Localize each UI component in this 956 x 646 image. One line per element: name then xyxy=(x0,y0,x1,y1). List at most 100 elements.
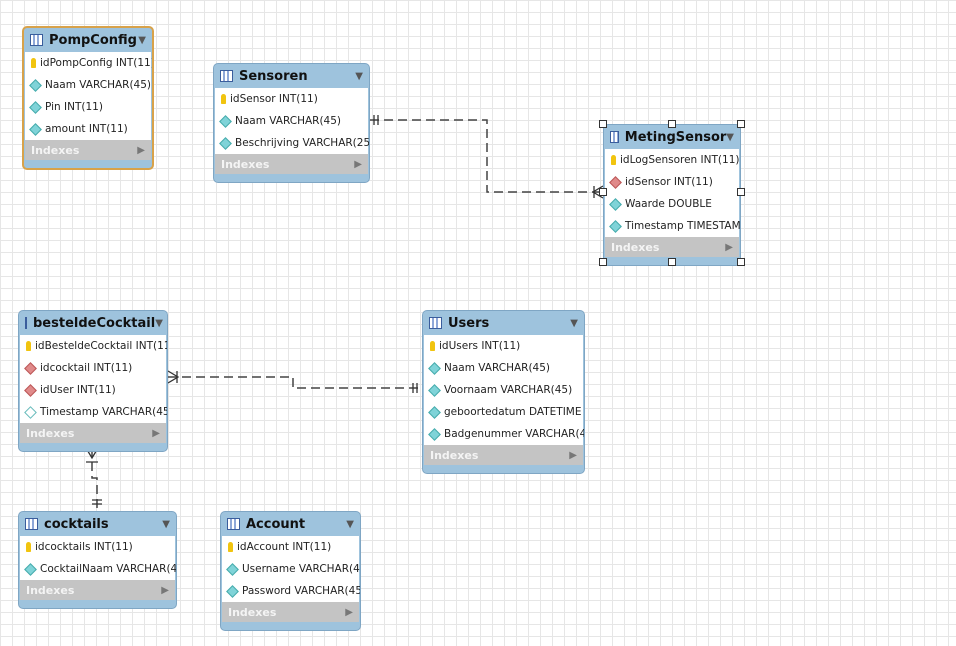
column-text: Badgenummer VARCHAR(45) xyxy=(444,428,585,440)
resize-handle[interactable] xyxy=(599,120,607,128)
indexes-section[interactable]: Indexes ▶ xyxy=(222,602,359,622)
column-text: idcocktail INT(11) xyxy=(40,362,133,374)
column-row[interactable]: Timestamp TIMESTAMP xyxy=(605,215,740,237)
indexes-section[interactable]: Indexes ▶ xyxy=(424,445,583,465)
column-text: idPompConfig INT(11) xyxy=(40,57,154,69)
resize-handle[interactable] xyxy=(668,120,676,128)
expand-triangle-icon[interactable]: ▶ xyxy=(345,607,353,618)
column-row[interactable]: Beschrijving VARCHAR(255) xyxy=(215,132,370,154)
table-users[interactable]: Users ▼ idUsers INT(11) Naam VARCHAR(45) Voo… xyxy=(422,310,585,474)
column-text: CocktailNaam VARCHAR(45) xyxy=(40,563,177,575)
collapse-triangle-icon[interactable]: ▼ xyxy=(346,519,354,530)
column-row[interactable]: idSensor INT(11) xyxy=(215,88,368,110)
column-row[interactable]: Voornaam VARCHAR(45) xyxy=(424,379,583,401)
indexes-section[interactable]: Indexes ▶ xyxy=(25,140,151,160)
column-row[interactable]: Password VARCHAR(45) xyxy=(222,580,361,602)
table-header[interactable]: Account ▼ xyxy=(221,512,360,536)
column-row[interactable]: idBesteldeCocktail INT(11) xyxy=(20,335,168,357)
indexes-section[interactable]: Indexes ▶ xyxy=(605,237,739,257)
resize-handle[interactable] xyxy=(737,188,745,196)
expand-triangle-icon[interactable]: ▶ xyxy=(354,159,362,170)
indexes-section[interactable]: Indexes ▶ xyxy=(20,580,175,600)
column-icon xyxy=(428,427,441,441)
table-header[interactable]: MetingSensor ▼ xyxy=(604,125,740,149)
column-row[interactable]: idcocktails INT(11) xyxy=(20,536,175,558)
column-row[interactable]: idUsers INT(11) xyxy=(424,335,583,357)
column-icon xyxy=(29,100,42,114)
column-row[interactable]: Naam VARCHAR(45) xyxy=(424,357,583,379)
indexes-label: Indexes xyxy=(430,448,479,462)
expand-triangle-icon[interactable]: ▶ xyxy=(725,242,733,253)
table-header[interactable]: PompConfig ▼ xyxy=(24,28,152,52)
expand-triangle-icon[interactable]: ▶ xyxy=(161,585,169,596)
column-icon xyxy=(29,78,42,92)
table-icon xyxy=(429,317,442,329)
collapse-triangle-icon[interactable]: ▼ xyxy=(355,71,363,82)
column-row[interactable]: Username VARCHAR(45) xyxy=(222,558,360,580)
column-row[interactable]: Pin INT(11) xyxy=(25,96,151,118)
expand-triangle-icon[interactable]: ▶ xyxy=(152,428,160,439)
column-row[interactable]: Badgenummer VARCHAR(45) xyxy=(424,423,585,445)
column-row[interactable]: Waarde DOUBLE xyxy=(605,193,739,215)
table-header[interactable]: besteldeCocktail ▼ xyxy=(19,311,167,335)
resize-handle[interactable] xyxy=(668,258,676,266)
column-icon xyxy=(226,562,239,576)
foreign-key-icon xyxy=(609,175,622,189)
collapse-triangle-icon[interactable]: ▼ xyxy=(155,318,163,329)
table-cocktails[interactable]: cocktails ▼ idcocktails INT(11) CocktailNaa… xyxy=(18,511,177,609)
indexes-section[interactable]: Indexes ▶ xyxy=(20,423,166,443)
column-icon xyxy=(219,136,232,150)
indexes-label: Indexes xyxy=(26,426,75,440)
table-name: Account xyxy=(246,516,306,532)
resize-handle[interactable] xyxy=(737,120,745,128)
column-text: Timestamp VARCHAR(45) xyxy=(40,406,168,418)
column-text: idSensor INT(11) xyxy=(625,176,713,188)
column-row[interactable]: Timestamp VARCHAR(45) xyxy=(20,401,168,423)
column-row[interactable]: idcocktail INT(11) xyxy=(20,357,166,379)
table-header[interactable]: Sensoren ▼ xyxy=(214,64,369,88)
table-header[interactable]: Users ▼ xyxy=(423,311,584,335)
table-pompconfig[interactable]: PompConfig ▼ idPompConfig INT(11) Naam VARC… xyxy=(22,26,154,170)
table-name: MetingSensor xyxy=(624,129,727,145)
column-row[interactable]: CocktailNaam VARCHAR(45) xyxy=(20,558,177,580)
column-icon xyxy=(609,197,622,211)
indexes-section[interactable]: Indexes ▶ xyxy=(215,154,368,174)
column-text: idAccount INT(11) xyxy=(237,541,332,553)
column-row[interactable]: amount INT(11) xyxy=(25,118,151,140)
column-text: idSensor INT(11) xyxy=(230,93,318,105)
column-row[interactable]: idUser INT(11) xyxy=(20,379,166,401)
collapse-triangle-icon[interactable]: ▼ xyxy=(570,318,578,329)
collapse-triangle-icon[interactable]: ▼ xyxy=(162,519,170,530)
column-text: Voornaam VARCHAR(45) xyxy=(444,384,573,396)
collapse-triangle-icon[interactable]: ▼ xyxy=(138,35,146,46)
column-text: Naam VARCHAR(45) xyxy=(444,362,551,374)
column-icon xyxy=(24,405,37,419)
column-text: Pin INT(11) xyxy=(45,101,103,113)
table-name: besteldeCocktail xyxy=(33,315,156,331)
table-header[interactable]: cocktails ▼ xyxy=(19,512,176,536)
column-text: Beschrijving VARCHAR(255) xyxy=(235,137,370,149)
indexes-label: Indexes xyxy=(611,240,660,254)
table-account[interactable]: Account ▼ idAccount INT(11) Username VARCHA… xyxy=(220,511,361,631)
table-besteldecocktail[interactable]: besteldeCocktail ▼ idBesteldeCocktail INT(… xyxy=(18,310,168,452)
column-row[interactable]: Naam VARCHAR(45) xyxy=(25,74,151,96)
collapse-triangle-icon[interactable]: ▼ xyxy=(726,132,734,143)
table-sensoren[interactable]: Sensoren ▼ idSensor INT(11) Naam VARCHAR(45… xyxy=(213,63,370,183)
expand-triangle-icon[interactable]: ▶ xyxy=(137,145,145,156)
column-row[interactable]: idAccount INT(11) xyxy=(222,536,359,558)
column-text: idBesteldeCocktail INT(11) xyxy=(35,340,168,352)
column-text: Password VARCHAR(45) xyxy=(242,585,361,597)
resize-handle[interactable] xyxy=(737,258,745,266)
column-row[interactable]: idPompConfig INT(11) xyxy=(25,52,154,74)
resize-handle[interactable] xyxy=(599,188,607,196)
column-row[interactable]: idSensor INT(11) xyxy=(605,171,739,193)
column-row[interactable]: Naam VARCHAR(45) xyxy=(215,110,368,132)
column-row[interactable]: geboortedatum DATETIME xyxy=(424,401,583,423)
column-text: geboortedatum DATETIME xyxy=(444,406,582,418)
table-icon xyxy=(220,70,233,82)
expand-triangle-icon[interactable]: ▶ xyxy=(569,450,577,461)
resize-handle[interactable] xyxy=(599,258,607,266)
table-metingsensor[interactable]: MetingSensor ▼ idLogSensoren INT(11) idSens… xyxy=(603,124,741,266)
indexes-label: Indexes xyxy=(228,605,277,619)
column-row[interactable]: idLogSensoren INT(11) xyxy=(605,149,739,171)
